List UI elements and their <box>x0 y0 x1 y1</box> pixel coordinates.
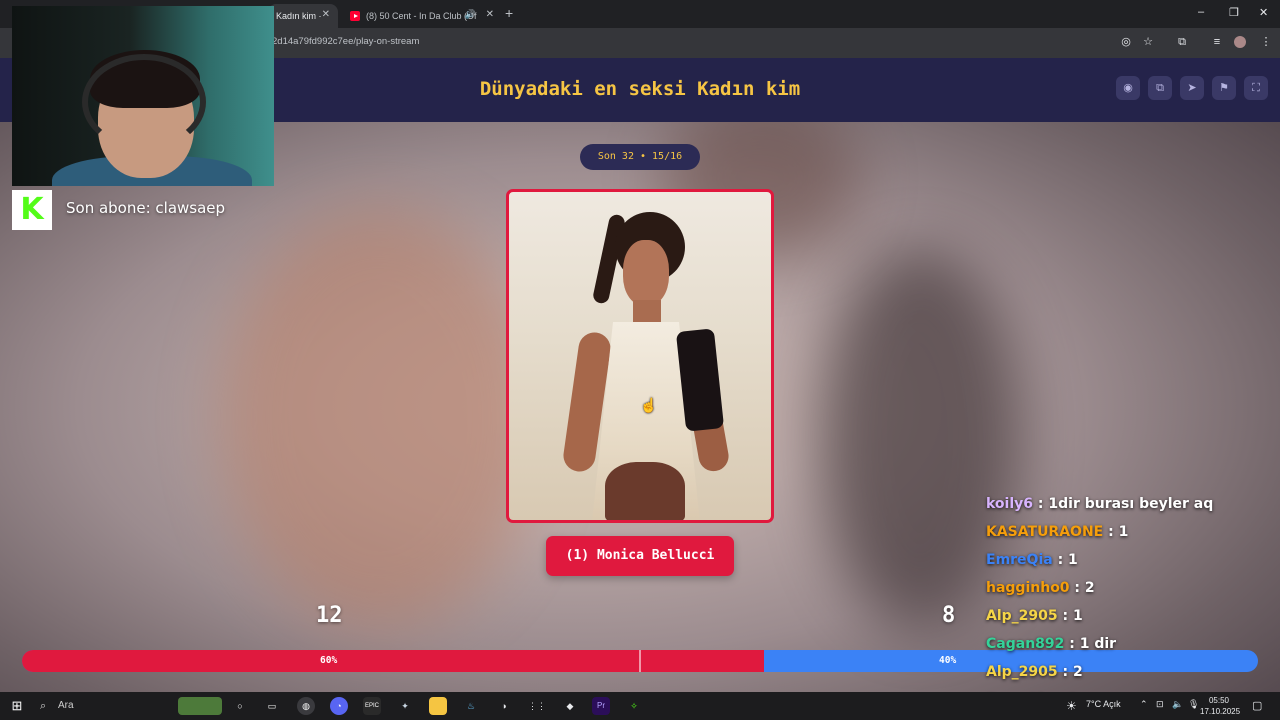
weather-text[interactable]: 7°C Açık <box>1086 699 1121 709</box>
cortana-icon[interactable]: ○ <box>231 697 249 715</box>
notifications-icon[interactable]: ▢ <box>1252 699 1262 712</box>
tab-title: Kadın kim · <box>276 11 322 21</box>
epic-games-icon[interactable]: EPIC <box>363 697 381 715</box>
profile-avatar[interactable] <box>1234 36 1246 48</box>
close-window-icon[interactable]: ✕ <box>1259 6 1268 19</box>
reading-list-icon[interactable]: ≡ <box>1210 35 1224 49</box>
send-icon[interactable]: ➤ <box>1180 76 1204 100</box>
chat-username: koily6 <box>986 496 1034 512</box>
chat-text: : 2 <box>1057 664 1083 680</box>
extensions-icon[interactable]: ⧉ <box>1175 35 1189 49</box>
right-vote-count: 8 <box>942 603 956 628</box>
app-icon[interactable]: ✧ <box>625 697 643 715</box>
chat-username: Alp_2905 <box>986 608 1058 624</box>
premiere-icon[interactable]: Pr <box>592 697 610 715</box>
chat-text: : 1 <box>1052 552 1078 568</box>
star-icon[interactable]: ☆ <box>1141 35 1155 49</box>
chat-text: : 2 <box>1069 580 1095 596</box>
left-vote-count: 12 <box>316 603 343 628</box>
tab-title: (8) 50 Cent - In Da Club (Of <box>366 11 477 21</box>
app-icon[interactable]: ◆ <box>561 697 579 715</box>
photo-detail <box>605 462 685 520</box>
chat-message: hagginho0 : 2 <box>986 580 1276 608</box>
chat-message: Cagan892 : 1 dir <box>986 636 1276 664</box>
taskbar: ⊞ ⌕ Ara ○ ▭ ◍ ◔ EPIC ✦ ♨ ◑ ⋮⋮ ◆ Pr ✧ ☀ 7… <box>0 692 1280 720</box>
speaker-icon[interactable]: 🔊 <box>465 9 476 20</box>
chat-message: Alp_2905 : 2 <box>986 664 1276 692</box>
close-tab-icon[interactable]: ✕ <box>322 9 330 20</box>
weather-icon: ☀ <box>1066 699 1077 713</box>
photo-detail <box>623 240 669 306</box>
volume-icon[interactable]: 🔈 <box>1172 699 1183 710</box>
round-indicator: Son 32 • 15/16 <box>580 144 700 170</box>
youtube-icon <box>350 11 360 21</box>
last-subscriber-text: Son abone: clawsaep <box>66 199 226 217</box>
vote-progress-left <box>22 650 764 672</box>
menu-icon[interactable]: ⋮ <box>1259 35 1273 49</box>
eye-icon[interactable]: ◉ <box>1116 76 1140 100</box>
taskbar-clock[interactable]: 05:50 17.10.2025 <box>1200 695 1241 717</box>
file-explorer-icon[interactable] <box>429 697 447 715</box>
progress-midline <box>639 650 641 672</box>
headphones-detail <box>82 54 206 150</box>
fullscreen-icon[interactable]: ⛶ <box>1244 76 1268 100</box>
kick-logo-letter: K <box>20 192 44 227</box>
steam-icon[interactable]: ♨ <box>462 697 480 715</box>
taskbar-search[interactable]: ⌕ Ara <box>34 695 174 717</box>
new-tab-button[interactable]: + <box>505 5 513 21</box>
chat-username: EmreQia <box>986 552 1053 568</box>
contestant-photo[interactable] <box>506 189 774 523</box>
microphone-icon[interactable]: 🎙 <box>1188 699 1199 710</box>
tab-youtube[interactable]: (8) 50 Cent - In Da Club (Of 🔊 ✕ <box>342 4 502 28</box>
obs-icon[interactable]: ◑ <box>495 697 513 715</box>
chat-username: Alp_2905 <box>986 664 1058 680</box>
chat-text: : 1 <box>1103 524 1129 540</box>
chat-username: hagginho0 <box>986 580 1070 596</box>
eye-off-icon[interactable]: ◎ <box>1119 35 1133 49</box>
url-field[interactable]: 2d14a79fd992c7ee/play-on-stream <box>272 36 419 47</box>
chat-message: koily6 : 1dir burası beyler aq <box>986 496 1276 524</box>
minimize-icon[interactable]: – <box>1198 6 1204 18</box>
right-percentage: 40% <box>939 655 957 666</box>
search-placeholder: Ara <box>58 700 74 711</box>
chat-text: : 1dir burası beyler aq <box>1033 496 1214 512</box>
search-icon: ⌕ <box>40 700 47 712</box>
chat-message: EmreQia : 1 <box>986 552 1276 580</box>
background-blur <box>220 208 540 628</box>
flag-icon[interactable]: ⚑ <box>1212 76 1236 100</box>
contestant-name-button[interactable]: (1) Monica Bellucci <box>546 536 734 576</box>
widgets-icon[interactable] <box>178 697 222 715</box>
tab-active[interactable]: Kadın kim · ✕ <box>268 4 338 28</box>
windows-start-icon[interactable]: ⊞ <box>8 697 26 715</box>
chat-text: : 1 <box>1057 608 1083 624</box>
app-icon[interactable]: ✦ <box>396 697 414 715</box>
left-percentage: 60% <box>320 655 338 666</box>
discord-icon[interactable]: ◔ <box>330 697 348 715</box>
apps-grid-icon[interactable]: ⋮⋮ <box>528 697 546 715</box>
chat-overlay: koily6 : 1dir burası beyler aq KASATURAON… <box>986 496 1276 720</box>
kick-logo: K <box>12 190 52 230</box>
network-icon[interactable]: ⊡ <box>1156 699 1164 710</box>
chat-message: KASATURAONE : 1 <box>986 524 1276 552</box>
restore-icon[interactable]: ❐ <box>1229 6 1239 19</box>
chat-username: KASATURAONE <box>986 524 1104 540</box>
chrome-icon[interactable]: ◍ <box>297 697 315 715</box>
close-tab-icon[interactable]: ✕ <box>486 9 494 20</box>
task-view-icon[interactable]: ▭ <box>263 697 281 715</box>
clock-time: 05:50 <box>1208 696 1230 705</box>
clock-date: 17.10.2025 <box>1200 707 1241 716</box>
chat-message: Alp_2905 : 1 <box>986 608 1276 636</box>
chat-username: Cagan892 <box>986 636 1065 652</box>
tray-chevron-icon[interactable]: ⌃ <box>1140 699 1148 710</box>
chat-text: : 1 dir <box>1064 636 1117 652</box>
hand-cursor-icon: ☝ <box>640 397 658 413</box>
copy-icon[interactable]: ⧉ <box>1148 76 1172 100</box>
webcam-overlay <box>12 6 274 186</box>
